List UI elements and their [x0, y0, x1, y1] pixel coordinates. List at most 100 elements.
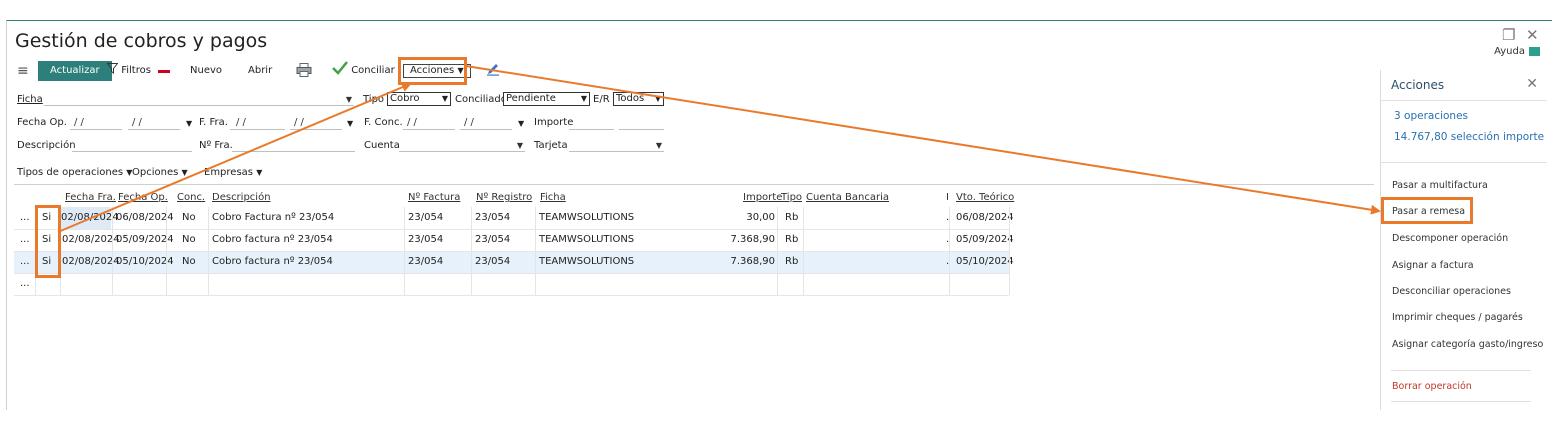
opciones-menu[interactable]: Opciones ▼ — [132, 167, 188, 178]
col-divider — [471, 207, 472, 295]
panel-title: Acciones — [1391, 78, 1445, 92]
cell-ficha: TEAMWSOLUTIONS — [539, 256, 635, 267]
tipo-select[interactable]: Cobro ▼ — [387, 92, 451, 106]
operaciones-count: 3 operaciones — [1394, 110, 1469, 122]
col-vto-teorico[interactable]: Vto. Teórico — [956, 192, 1014, 203]
table-row-new[interactable]: ... — [14, 273, 1009, 295]
filtros-button[interactable]: Filtros — [106, 61, 151, 81]
f-fra-label: F. Fra. — [199, 117, 228, 128]
page-title: Gestión de cobros y pagos — [15, 30, 268, 52]
print-icon[interactable] — [296, 63, 312, 83]
descripcion-input[interactable] — [72, 139, 192, 152]
cell-fecha-fra: 02/08/2024 — [61, 207, 119, 229]
empresas-menu[interactable]: Empresas ▼ — [204, 167, 262, 178]
book-icon — [1529, 47, 1540, 56]
conciliado-select[interactable]: Pendiente ▼ — [503, 92, 590, 106]
col-ficha[interactable]: Ficha — [540, 192, 566, 203]
f-fra-dropdown-icon[interactable]: ▼ — [347, 119, 353, 128]
tipos-operaciones-menu[interactable]: Tipos de operaciones ▼ — [17, 167, 132, 178]
desconciliar-operaciones-item[interactable]: Desconciliar operaciones — [1392, 286, 1511, 297]
col-fecha-op[interactable]: Fecha Op. — [118, 192, 168, 203]
er-value: Todos — [616, 93, 645, 104]
fecha-op-label: Fecha Op. — [17, 117, 67, 128]
col-conc[interactable]: Conc. — [177, 192, 205, 203]
cell-fecha-op: 05/10/2024 — [116, 256, 174, 267]
fecha-op-from-input[interactable]: / / — [70, 117, 122, 130]
fecha-op-to-input[interactable]: / / — [128, 117, 180, 130]
row-menu[interactable]: ... — [20, 251, 30, 273]
si-column-highlight-box — [35, 205, 61, 278]
col-cuenta-bancaria[interactable]: Cuenta Bancaria — [806, 192, 889, 203]
f-conc-from-input[interactable]: / / — [403, 117, 455, 130]
importe-from-input[interactable] — [569, 117, 614, 130]
col-divider — [112, 207, 113, 295]
menu-icon[interactable]: ≡ — [17, 61, 29, 81]
er-label: E/R — [593, 94, 610, 105]
remove-icon[interactable] — [158, 70, 170, 73]
row-menu[interactable]: ... — [20, 229, 30, 251]
restore-window-icon[interactable]: ❐ — [1502, 26, 1515, 44]
borrar-operacion-item[interactable]: Borrar operación — [1392, 381, 1472, 392]
col-tipo[interactable]: Tipo — [781, 192, 802, 203]
pasar-a-multifactura-item[interactable]: Pasar a multifactura — [1392, 180, 1488, 191]
fecha-op-dropdown-icon[interactable]: ▼ — [186, 119, 192, 128]
cell-fecha-fra: 02/08/2024 — [62, 234, 120, 245]
imprimir-cheques-item[interactable]: Imprimir cheques / pagarés — [1392, 312, 1523, 323]
cell-tipo: Rb — [785, 256, 799, 267]
help-link[interactable]: Ayuda — [1494, 46, 1540, 57]
er-select[interactable]: Todos ▼ — [613, 92, 664, 106]
tarjeta-label: Tarjeta — [534, 140, 568, 151]
cell-descripcion: Cobro Factura nº 23/054 — [212, 212, 335, 223]
col-descripcion[interactable]: Descripción — [212, 192, 271, 203]
cell-n-registro: 23/054 — [475, 256, 511, 267]
abrir-button[interactable]: Abrir — [248, 61, 272, 81]
cell-descripcion: Cobro factura nº 23/054 — [212, 234, 333, 245]
cell-importe: 7.368,90 — [730, 234, 775, 245]
pen-icon[interactable] — [486, 62, 500, 82]
f-conc-to-input[interactable]: / / — [460, 117, 512, 130]
row-divider — [14, 273, 1009, 274]
f-conc-dropdown-icon[interactable]: ▼ — [518, 119, 524, 128]
actualizar-button[interactable]: Actualizar — [38, 61, 112, 81]
col-n-factura[interactable]: Nº Factura — [408, 192, 460, 203]
tarjeta-select[interactable]: ▼ — [569, 139, 664, 152]
asignar-a-factura-item[interactable]: Asignar a factura — [1392, 260, 1474, 271]
n-fra-input[interactable] — [232, 139, 355, 152]
col-n-registro[interactable]: Nº Registro — [476, 192, 532, 203]
descomponer-operacion-item[interactable]: Descomponer operación — [1392, 233, 1508, 244]
row-menu[interactable]: ... — [20, 207, 30, 229]
col-fecha-fra[interactable]: Fecha Fra. — [65, 192, 116, 203]
table-row[interactable]: ... Si 02/08/2024 05/09/2024 No Cobro fa… — [14, 229, 1014, 251]
col-truncated[interactable]: I — [946, 192, 949, 203]
panel-divider — [1381, 100, 1547, 101]
grid-top-border — [14, 184, 1374, 185]
tipos-operaciones-label: Tipos de operaciones — [17, 167, 124, 178]
ficha-input[interactable]: ▼ — [44, 93, 354, 106]
help-label: Ayuda — [1494, 46, 1525, 57]
col-divider — [1009, 207, 1010, 295]
f-fra-from-input[interactable]: / / — [230, 117, 285, 130]
col-divider — [404, 207, 405, 295]
conciliar-button[interactable]: Conciliar — [332, 61, 395, 81]
cell-tipo: Rb — [785, 212, 799, 223]
check-icon — [332, 61, 348, 75]
nuevo-button[interactable]: Nuevo — [190, 61, 222, 81]
table-row-selected[interactable]: ... Si 02/08/2024 05/10/2024 No Cobro fa… — [14, 251, 1014, 273]
acciones-highlight-box — [398, 57, 467, 85]
descripcion-label: Descripción — [17, 140, 76, 151]
close-icon[interactable]: ✕ — [1526, 76, 1538, 92]
cell-ficha: TEAMWSOLUTIONS — [539, 234, 635, 245]
importe-to-input[interactable] — [619, 117, 664, 130]
col-importe[interactable]: Importe — [743, 192, 782, 203]
f-fra-to-input[interactable]: / / — [290, 117, 342, 130]
tipo-label: Tipo — [363, 94, 385, 105]
row-menu[interactable]: ... — [20, 273, 30, 295]
n-fra-label: Nº Fra. — [199, 140, 233, 151]
close-window-icon[interactable]: ✕ — [1526, 26, 1539, 44]
asignar-categoria-item[interactable]: Asignar categoría gasto/ingreso — [1392, 339, 1543, 350]
f-conc-label: F. Conc. — [364, 117, 403, 128]
table-row[interactable]: ... Si 02/08/2024 06/08/2024 No Cobro Fa… — [14, 207, 1014, 229]
cuenta-select[interactable]: ▼ — [399, 139, 525, 152]
row-divider — [14, 295, 1009, 296]
cell-vto-teorico: 06/08/2024 — [956, 212, 1014, 223]
